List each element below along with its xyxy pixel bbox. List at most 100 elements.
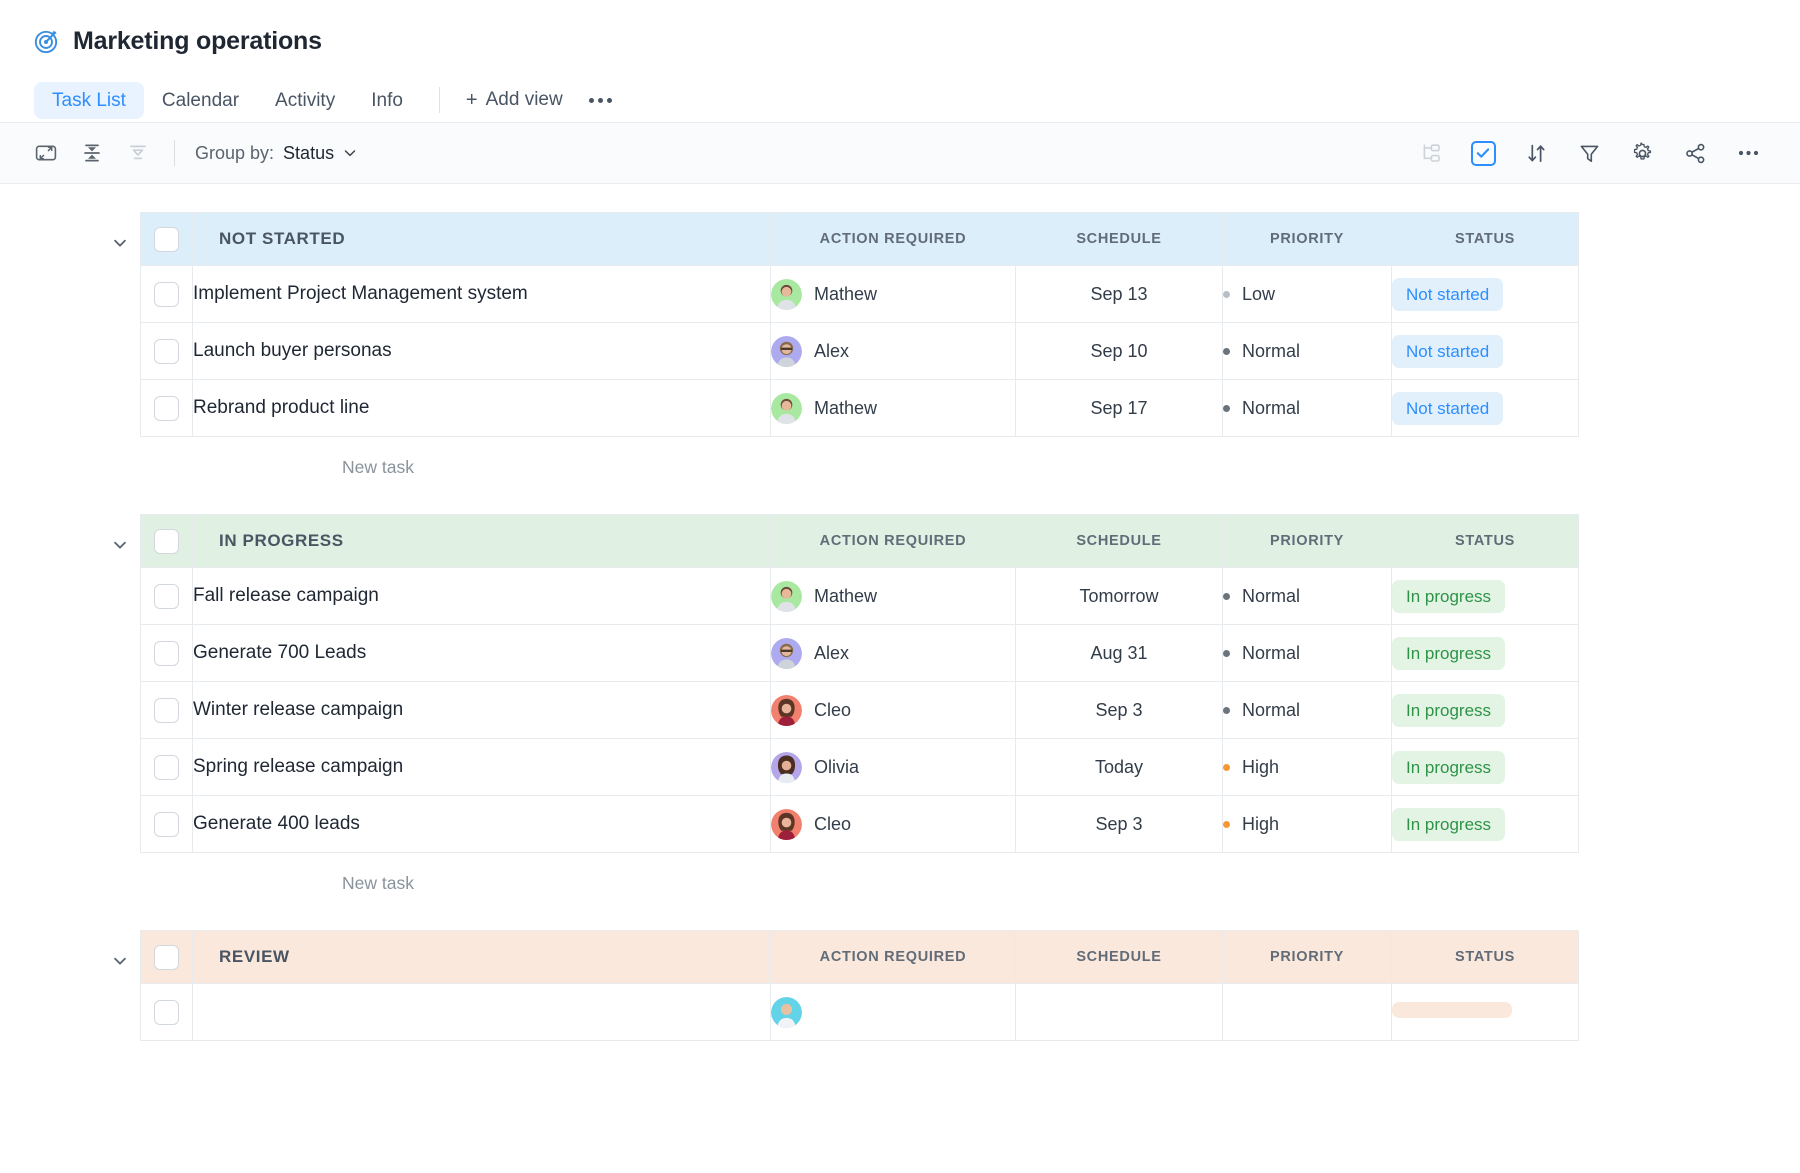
table-row[interactable]: Winter release campaign Cleo Sep 3 N <box>141 682 1579 739</box>
table-row[interactable]: Generate 700 Leads Alex Aug 31 Norma <box>141 625 1579 682</box>
column-header-action-required[interactable]: ACTION REQUIRED <box>771 213 1016 266</box>
group-select-checkbox[interactable] <box>154 227 179 252</box>
task-status-cell[interactable]: In progress <box>1392 625 1579 682</box>
table-row[interactable]: Fall release campaign Mathew Tomorrow <box>141 568 1579 625</box>
column-header-priority[interactable]: PRIORITY <box>1223 931 1392 984</box>
group-collapse-caret[interactable] <box>111 536 129 554</box>
group-by-select[interactable]: Status <box>283 143 358 164</box>
row-select-checkbox[interactable] <box>154 339 179 364</box>
task-priority-cell[interactable] <box>1223 984 1392 1041</box>
table-row[interactable]: Spring release campaign Olivia Today <box>141 739 1579 796</box>
sort-icon[interactable] <box>1516 133 1556 173</box>
task-name[interactable]: Implement Project Management system <box>193 266 771 323</box>
tab-task-list[interactable]: Task List <box>34 82 144 119</box>
checkbox-checked-icon[interactable] <box>1463 133 1503 173</box>
task-status-cell[interactable]: In progress <box>1392 568 1579 625</box>
share-icon[interactable] <box>1675 133 1715 173</box>
row-select-checkbox[interactable] <box>154 396 179 421</box>
group-collapse-caret[interactable] <box>111 234 129 252</box>
task-priority-cell[interactable]: Normal <box>1223 568 1392 625</box>
task-status-cell[interactable]: Not started <box>1392 323 1579 380</box>
table-row[interactable]: Launch buyer personas Alex Sep 10 No <box>141 323 1579 380</box>
task-priority-cell[interactable]: High <box>1223 796 1392 853</box>
expand-view-icon[interactable] <box>26 133 66 173</box>
table-row[interactable] <box>141 984 1579 1041</box>
column-header-status[interactable]: STATUS <box>1392 213 1579 266</box>
tab-calendar[interactable]: Calendar <box>144 82 257 119</box>
column-header-status[interactable]: STATUS <box>1392 515 1579 568</box>
task-owner-cell[interactable]: Alex <box>771 625 1016 682</box>
subtasks-icon[interactable] <box>1410 133 1450 173</box>
task-owner-cell[interactable]: Mathew <box>771 380 1016 437</box>
task-status-cell[interactable]: Not started <box>1392 380 1579 437</box>
task-schedule[interactable]: Today <box>1016 739 1223 796</box>
table-row[interactable]: Implement Project Management system Math… <box>141 266 1579 323</box>
group-select-checkbox[interactable] <box>154 945 179 970</box>
task-priority-cell[interactable]: Normal <box>1223 682 1392 739</box>
task-status-cell[interactable]: In progress <box>1392 739 1579 796</box>
new-task-button[interactable]: New task <box>140 437 1800 478</box>
tabs-more-icon[interactable] <box>575 88 626 113</box>
task-owner-cell[interactable]: Olivia <box>771 739 1016 796</box>
task-owner-cell[interactable]: Alex <box>771 323 1016 380</box>
task-schedule[interactable]: Sep 3 <box>1016 796 1223 853</box>
task-owner-cell[interactable]: Mathew <box>771 568 1016 625</box>
column-header-action-required[interactable]: ACTION REQUIRED <box>771 931 1016 984</box>
collapse-all-icon[interactable] <box>72 133 112 173</box>
task-schedule[interactable]: Sep 10 <box>1016 323 1223 380</box>
row-select-checkbox[interactable] <box>154 584 179 609</box>
tab-info[interactable]: Info <box>353 82 421 119</box>
toolbar-more-icon[interactable] <box>1728 133 1768 173</box>
row-select-checkbox[interactable] <box>154 641 179 666</box>
row-select-checkbox[interactable] <box>154 812 179 837</box>
task-name[interactable]: Fall release campaign <box>193 568 771 625</box>
task-name[interactable]: Winter release campaign <box>193 682 771 739</box>
task-schedule[interactable]: Sep 17 <box>1016 380 1223 437</box>
column-header-schedule[interactable]: SCHEDULE <box>1016 213 1223 266</box>
task-status-cell[interactable]: Not started <box>1392 266 1579 323</box>
row-select-checkbox[interactable] <box>154 698 179 723</box>
task-owner-cell[interactable]: Cleo <box>771 682 1016 739</box>
task-schedule[interactable] <box>1016 984 1223 1041</box>
task-status-cell[interactable] <box>1392 984 1579 1041</box>
task-status-cell[interactable]: In progress <box>1392 796 1579 853</box>
task-priority-cell[interactable]: Normal <box>1223 625 1392 682</box>
settings-gear-icon[interactable] <box>1622 133 1662 173</box>
task-status-cell[interactable]: In progress <box>1392 682 1579 739</box>
task-priority-cell[interactable]: Low <box>1223 266 1392 323</box>
group-collapse-caret[interactable] <box>111 952 129 970</box>
column-header-priority[interactable]: PRIORITY <box>1223 515 1392 568</box>
task-priority-cell[interactable]: Normal <box>1223 380 1392 437</box>
filter-icon[interactable] <box>1569 133 1609 173</box>
row-select-checkbox[interactable] <box>154 282 179 307</box>
table-row[interactable]: Generate 400 leads Cleo Sep 3 High <box>141 796 1579 853</box>
task-schedule[interactable]: Aug 31 <box>1016 625 1223 682</box>
new-task-button[interactable]: New task <box>140 853 1800 894</box>
task-priority-cell[interactable]: Normal <box>1223 323 1392 380</box>
task-name[interactable]: Rebrand product line <box>193 380 771 437</box>
table-row[interactable]: Rebrand product line Mathew Sep 17 N <box>141 380 1579 437</box>
row-select-checkbox[interactable] <box>154 755 179 780</box>
task-name[interactable]: Generate 400 leads <box>193 796 771 853</box>
task-schedule[interactable]: Tomorrow <box>1016 568 1223 625</box>
column-header-priority[interactable]: PRIORITY <box>1223 213 1392 266</box>
task-name[interactable] <box>193 984 771 1041</box>
column-header-schedule[interactable]: SCHEDULE <box>1016 515 1223 568</box>
task-name[interactable]: Spring release campaign <box>193 739 771 796</box>
group-select-checkbox[interactable] <box>154 529 179 554</box>
add-view-button[interactable]: + Add view <box>454 80 575 120</box>
task-schedule[interactable]: Sep 3 <box>1016 682 1223 739</box>
task-name[interactable]: Generate 700 Leads <box>193 625 771 682</box>
task-schedule[interactable]: Sep 13 <box>1016 266 1223 323</box>
column-header-status[interactable]: STATUS <box>1392 931 1579 984</box>
tab-activity[interactable]: Activity <box>257 82 353 119</box>
task-name[interactable]: Launch buyer personas <box>193 323 771 380</box>
task-owner-cell[interactable]: Mathew <box>771 266 1016 323</box>
task-owner-cell[interactable]: Cleo <box>771 796 1016 853</box>
row-select-checkbox[interactable] <box>154 1000 179 1025</box>
column-header-action-required[interactable]: ACTION REQUIRED <box>771 515 1016 568</box>
column-header-schedule[interactable]: SCHEDULE <box>1016 931 1223 984</box>
expand-all-icon[interactable] <box>118 133 158 173</box>
task-priority-cell[interactable]: High <box>1223 739 1392 796</box>
task-owner-cell[interactable] <box>771 984 1016 1041</box>
